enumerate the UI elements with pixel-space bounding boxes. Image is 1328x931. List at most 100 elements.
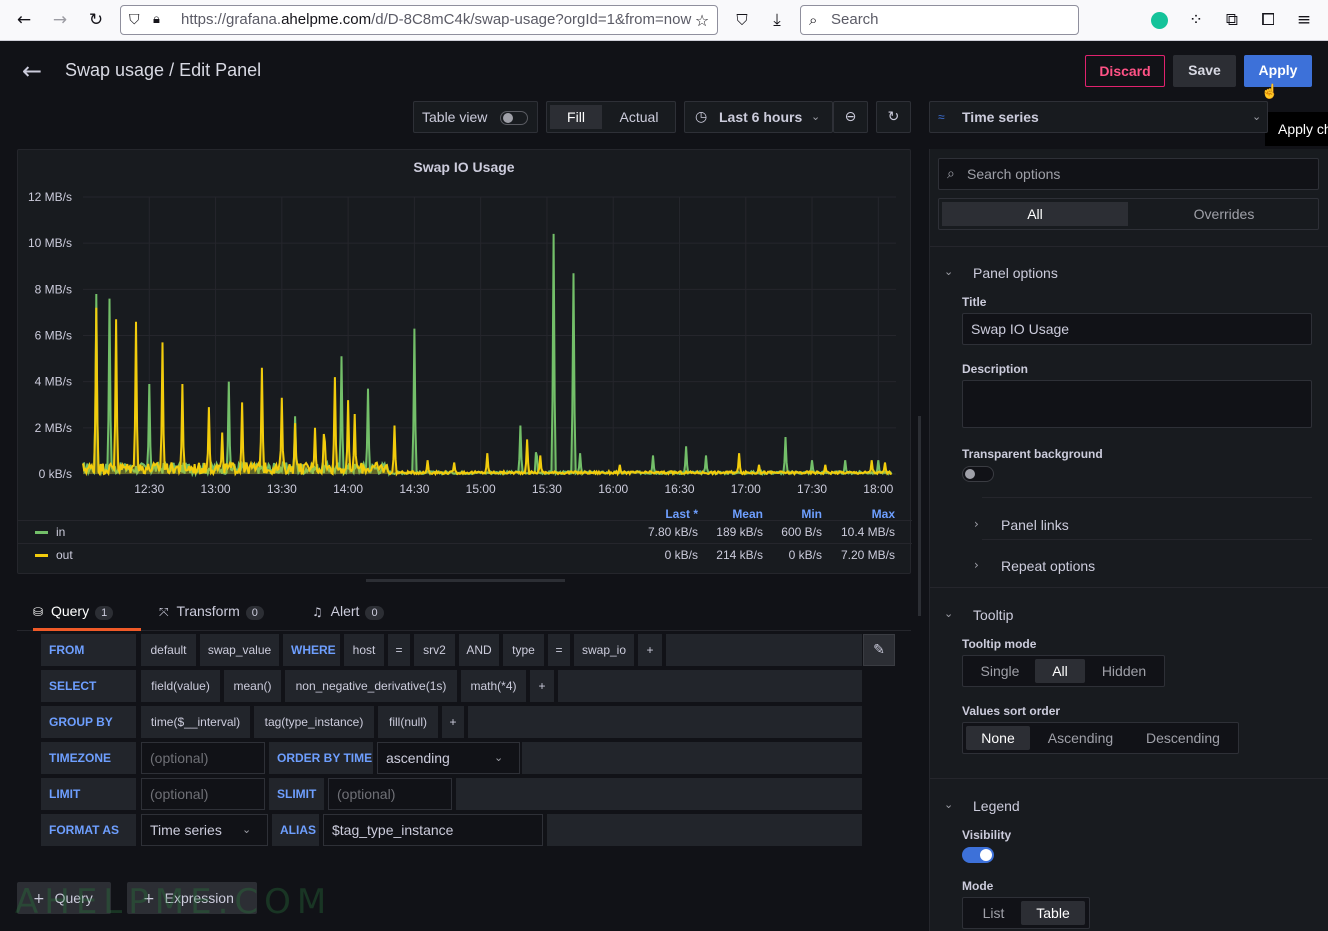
y-tick-label: 12 MB/s [28,190,72,204]
tab-alert-count: 0 [365,606,384,620]
where-operator-2[interactable]: = [548,634,570,666]
tab-overrides[interactable]: Overrides [1131,202,1317,226]
where-key-host[interactable]: host [344,634,384,666]
extensions-puzzle-icon[interactable]: ⧠ [1256,8,1280,32]
tab-query[interactable]: ⛁ Query 1 [33,603,141,631]
legend-row-out[interactable]: out 0 kB/s 214 kB/s 0 kB/s 7.20 MB/s [18,543,912,566]
where-value-srv2[interactable]: srv2 [414,634,455,666]
select-add-button[interactable]: + [530,670,554,702]
bookmark-star-icon[interactable]: ☆ [690,9,714,33]
panel-resize-handle[interactable] [366,579,565,582]
select-derivative[interactable]: non_negative_derivative(1s) [285,670,457,702]
reload-icon[interactable]: ↻ [84,8,108,32]
alias-input[interactable]: $tag_type_instance [323,814,543,846]
y-tick-label: 8 MB/s [35,282,72,296]
title-input[interactable]: Swap IO Usage [962,313,1312,345]
tab-transform-label: Transform [176,603,240,619]
tab-transform[interactable]: ⤧ Transform 0 [159,603,264,631]
where-operator-1[interactable]: = [388,634,410,666]
table-view-switch[interactable] [500,111,528,125]
from-measurement[interactable]: swap_value [200,634,279,666]
edit-pencil-icon[interactable]: ✎ [863,634,895,666]
tooltip-divider [930,587,1328,588]
legend-mode-table[interactable]: Table [1021,901,1085,925]
download-icon[interactable]: ⤓ [765,8,789,32]
x-tick-label: 17:30 [797,482,827,496]
x-tick-label: 16:00 [598,482,628,496]
format-chevron-down-icon: ⌄ [242,823,252,836]
tooltip-mode-label: Tooltip mode [962,637,1037,651]
select-math[interactable]: math(*4) [461,670,526,702]
select-mean[interactable]: mean() [224,670,281,702]
discard-button[interactable]: Discard [1085,55,1165,87]
description-label: Description [962,362,1029,376]
sort-descending[interactable]: Descending [1129,726,1237,750]
menu-hamburger-icon[interactable]: ≡ [1292,8,1316,32]
repeat-options-chevron-icon: › [974,558,979,572]
group-by-time[interactable]: time($__interval) [141,706,250,738]
zoom-out-icon[interactable]: ⊖ [833,101,868,133]
timezone-keyword: TIMEZONE [41,742,136,774]
forward-icon[interactable]: → [48,8,72,32]
tooltip-mode-all[interactable]: All [1035,659,1085,683]
search-icon: ⌕ [809,11,818,29]
search-options-input[interactable]: ⌕ Search options [938,158,1319,190]
back-arrow-icon[interactable]: ← [22,57,42,85]
limit-input[interactable]: (optional) [141,778,265,810]
x-tick-label: 12:30 [134,482,164,496]
refresh-icon[interactable]: ↻ [876,101,911,133]
group-by-fill[interactable]: fill(null) [378,706,438,738]
sort-order-label: Values sort order [962,704,1061,718]
series-area-in [83,233,892,474]
fill-option[interactable]: Fill [550,105,602,129]
legend-divider [930,778,1328,779]
viz-chevron-down-icon: ⌄ [1252,110,1262,123]
where-and[interactable]: AND [459,634,499,666]
visibility-switch[interactable] [962,847,994,863]
mode-label: Mode [962,879,994,893]
back-icon[interactable]: ← [12,8,36,32]
time-range-picker[interactable]: ◷ Last 6 hours ⌄ [684,101,833,133]
panel-preview: Swap IO Usage 12 MB/s 10 MB/s 8 MB/s 6 MB/s… [17,149,912,574]
tab-all[interactable]: All [942,202,1128,226]
grammarly-icon[interactable] [1151,12,1168,29]
url-bar[interactable]: ⛉ 🔒︎ https://grafana.ahelpme.com/d/D-8C8… [120,5,718,35]
format-as-select[interactable]: Time series ⌄ [141,814,268,846]
screenshot-icon[interactable]: ⧉ [1220,8,1244,32]
tooltip-mode-single[interactable]: Single [966,659,1034,683]
extension-dots-icon[interactable]: ⁘ [1184,8,1208,32]
slimit-keyword: SLIMIT [269,778,324,810]
group-by-tag[interactable]: tag(type_instance) [254,706,374,738]
repeat-divider [982,539,1312,540]
pocket-icon[interactable]: ⛉ [730,8,754,32]
where-add-button[interactable]: + [638,634,662,666]
tooltip-mode-hidden[interactable]: Hidden [1087,659,1161,683]
x-tick-label: 13:30 [267,482,297,496]
legend-row-in[interactable]: in 7.80 kB/s 189 kB/s 600 B/s 10.4 MB/s [18,520,912,543]
group-by-add-button[interactable]: + [442,706,464,738]
where-key-type[interactable]: type [503,634,544,666]
tab-alert[interactable]: ♫ Alert 0 [312,603,384,631]
visualization-picker[interactable]: ≈ Time series ⌄ [929,101,1268,133]
sort-ascending[interactable]: Ascending [1033,726,1128,750]
from-policy[interactable]: default [141,634,196,666]
apply-button[interactable]: Apply [1244,55,1312,87]
order-by-select[interactable]: ascending ⌄ [377,742,520,774]
select-field[interactable]: field(value) [141,670,220,702]
repeat-options-label: Repeat options [1001,558,1096,574]
where-value-swap-io[interactable]: swap_io [574,634,634,666]
mouse-cursor-icon: ☝ [1261,83,1279,99]
table-view-toggle[interactable]: Table view [413,101,538,133]
sort-none[interactable]: None [966,726,1030,750]
slimit-input[interactable]: (optional) [328,778,452,810]
legend-name-out: out [56,548,73,562]
save-button[interactable]: Save [1173,55,1236,87]
browser-search-field[interactable]: ⌕ Search [800,5,1079,35]
limit-row-fill [456,778,862,810]
timezone-input[interactable]: (optional) [141,742,265,774]
transparent-switch[interactable] [962,466,994,482]
description-textarea[interactable] [962,380,1312,428]
legend-mode-list[interactable]: List [966,901,1021,925]
pane-splitter[interactable] [918,416,921,616]
actual-option[interactable]: Actual [609,102,669,132]
